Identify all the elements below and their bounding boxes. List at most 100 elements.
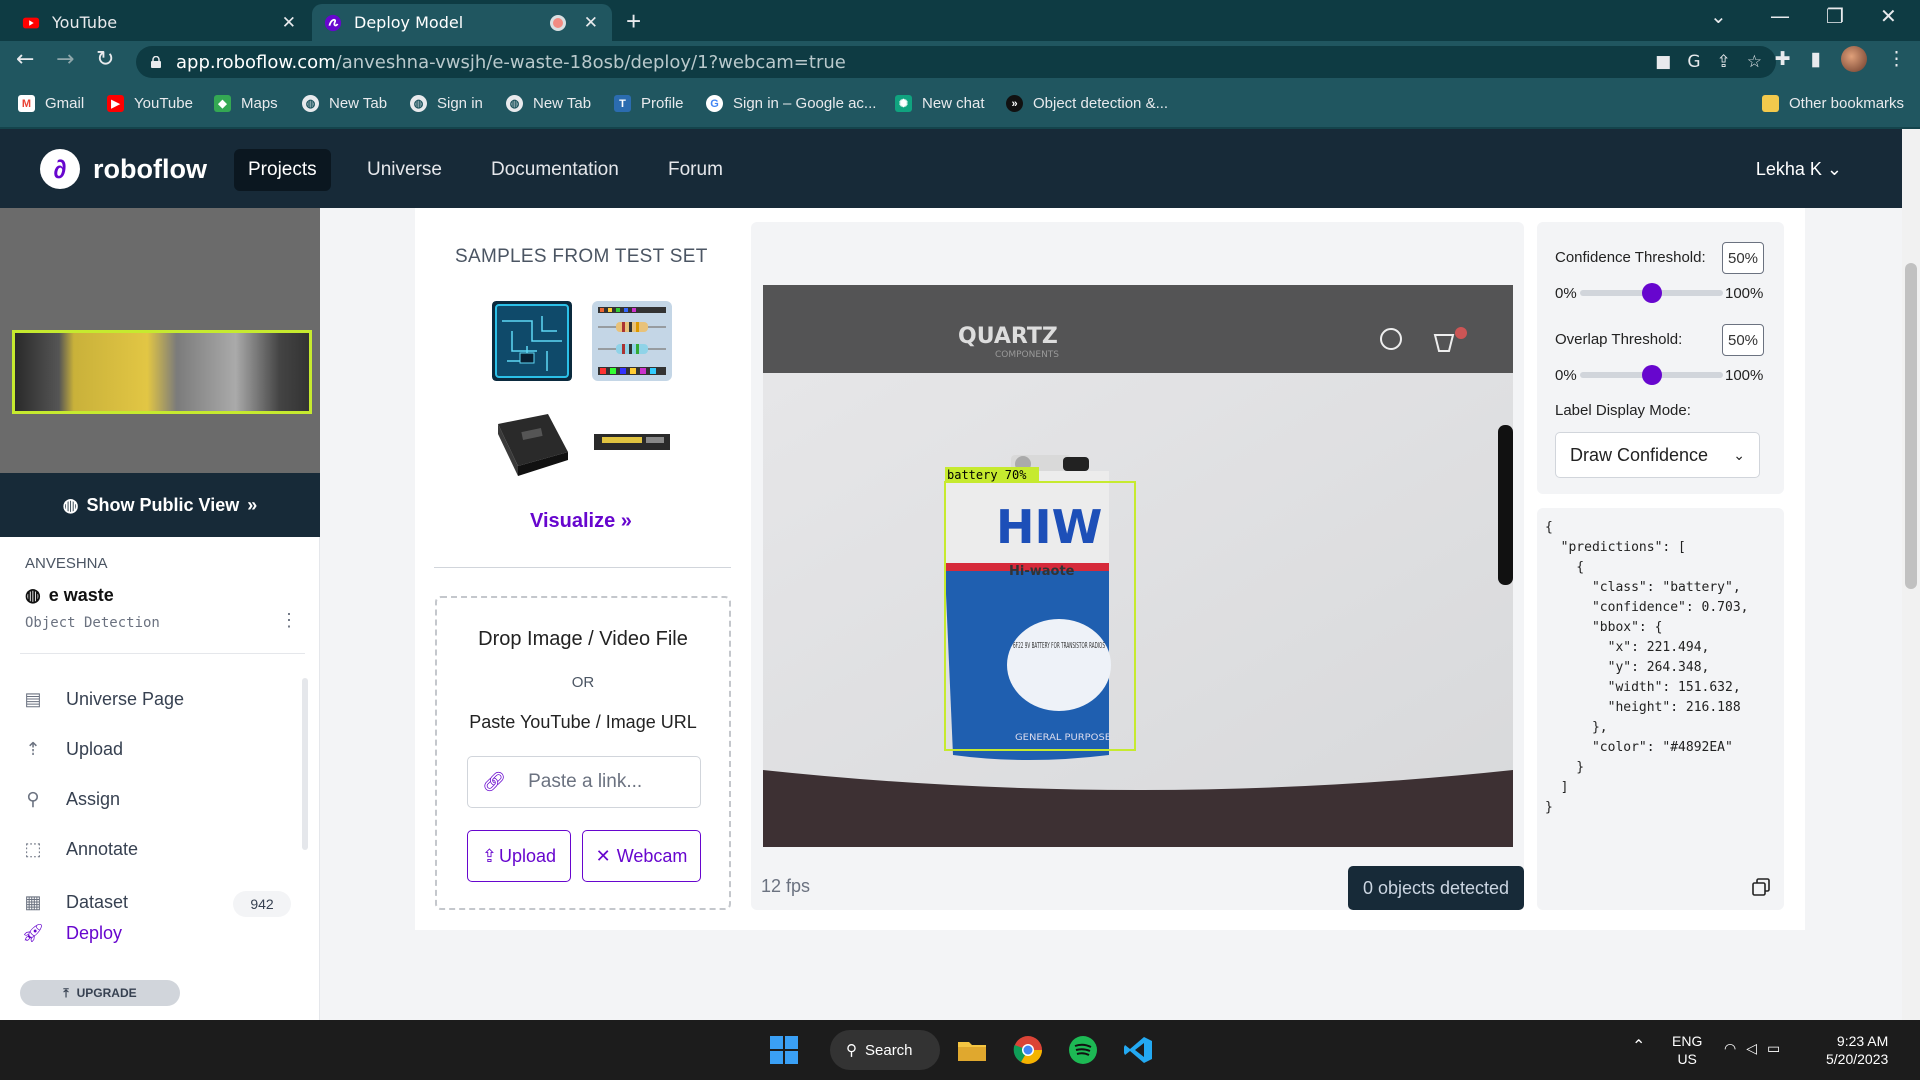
tray-chevron-icon[interactable]: ⌃ xyxy=(1632,1038,1645,1056)
bookmark-sign-in[interactable]: ◍ Sign in xyxy=(410,95,483,112)
bookmark-new-tab[interactable]: ◍ New Tab xyxy=(302,95,387,112)
overlap-max: 100% xyxy=(1725,367,1764,384)
app-navbar: ∂ roboflow Projects Universe Documentatio… xyxy=(0,129,1902,208)
system-tray[interactable]: ◠ ◁ ▭ xyxy=(1724,1039,1780,1057)
star-icon[interactable]: ☆ xyxy=(1747,52,1762,72)
minimize-button[interactable]: — xyxy=(1770,4,1790,36)
spotify-icon[interactable] xyxy=(1067,1034,1099,1066)
user-name: Lekha K xyxy=(1755,159,1822,179)
page-scrollbar[interactable] xyxy=(1902,129,1920,1020)
clock[interactable]: 9:23 AM 5/20/2023 xyxy=(1826,1032,1888,1068)
sidebar-item-upload[interactable]: ⇡ Upload xyxy=(22,738,123,760)
search-icon: ⚲ xyxy=(846,1042,857,1059)
sample-resistors[interactable] xyxy=(592,301,672,381)
address-bar[interactable]: app.roboflow.com/anveshna-vwsjh/e-waste-… xyxy=(136,46,1776,78)
overlap-slider-thumb[interactable] xyxy=(1641,365,1662,385)
upload-button[interactable]: ⇪ Upload xyxy=(467,830,571,882)
language-indicator[interactable]: ENG US xyxy=(1672,1032,1702,1068)
bookmark-new-tab-2[interactable]: ◍ New Tab xyxy=(506,95,591,112)
sample-battery-strip[interactable] xyxy=(592,402,672,482)
taskbar-search[interactable]: ⚲ Search xyxy=(830,1030,940,1070)
restore-button[interactable]: ❐ xyxy=(1826,4,1844,36)
sidebar-item-assign[interactable]: ⚲ Assign xyxy=(22,788,120,810)
upgrade-button[interactable]: ⤒ UPGRADE xyxy=(20,980,180,1006)
chrome-icon[interactable] xyxy=(1012,1034,1044,1066)
globe-icon: ◍ xyxy=(410,95,427,112)
url-path: /anveshna-vwsjh/e-waste-18osb/deploy/1?w… xyxy=(335,51,846,73)
label-mode-select[interactable]: Draw Confidence ⌄ xyxy=(1555,432,1760,478)
bookmark-new-chat[interactable]: ✺ New chat xyxy=(895,95,985,112)
overlap-label: Overlap Threshold: xyxy=(1555,331,1683,348)
confidence-value[interactable]: 50% xyxy=(1722,242,1764,274)
share-icon[interactable]: ⇪ xyxy=(1717,52,1731,72)
sample-circuit-board[interactable] xyxy=(492,301,572,381)
tab-deploy-model[interactable]: Deploy Model ✕ xyxy=(312,4,612,41)
confidence-slider-thumb[interactable] xyxy=(1641,283,1662,303)
extension-icons: ✚ ▮ ⋮ xyxy=(1775,46,1906,72)
paste-link-input[interactable]: 🔗︎ Paste a link... xyxy=(467,756,701,808)
lock-icon xyxy=(151,56,161,68)
close-icon[interactable]: ✕ xyxy=(282,13,296,33)
nav-documentation[interactable]: Documentation xyxy=(477,149,633,191)
reload-button[interactable]: ↻ xyxy=(96,47,114,72)
drop-zone[interactable]: Drop Image / Video File OR Paste YouTube… xyxy=(435,596,731,910)
globe-icon: ◍ xyxy=(506,95,523,112)
battery-sub: Hi-waote xyxy=(1009,564,1075,579)
dataset-count-badge: 942 xyxy=(233,891,291,917)
show-public-view-button[interactable]: ◍ Show Public View» xyxy=(0,473,320,537)
profile-avatar[interactable] xyxy=(1841,46,1867,72)
windows-start-icon[interactable] xyxy=(768,1034,800,1066)
sidebar: ◍ Show Public View» ANVESHNA ◍ e waste Obj… xyxy=(0,208,320,1020)
back-button[interactable]: ← xyxy=(16,47,34,72)
side-panel-icon[interactable]: ▮ xyxy=(1811,48,1821,71)
webcam-button[interactable]: ✕ Webcam xyxy=(582,830,701,882)
sidebar-item-deploy[interactable]: 🚀︎ Deploy xyxy=(22,922,122,944)
bookmark-object-detection[interactable]: » Object detection &... xyxy=(1006,95,1168,112)
divider xyxy=(434,567,731,568)
tab-youtube[interactable]: YouTube ✕ xyxy=(10,4,310,41)
new-tab-button[interactable]: + xyxy=(626,8,641,34)
confidence-min: 0% xyxy=(1555,285,1577,302)
sidebar-item-universe-page[interactable]: ▤ Universe Page xyxy=(22,688,184,710)
objects-detected-badge: 0 objects detected xyxy=(1348,866,1524,910)
tab-title: Deploy Model xyxy=(354,13,464,32)
overlap-value[interactable]: 50% xyxy=(1722,324,1764,356)
sidebar-item-dataset[interactable]: ▦ Dataset xyxy=(22,891,128,913)
divider xyxy=(20,653,305,654)
project-name[interactable]: ◍ e waste xyxy=(25,585,114,606)
visualize-link[interactable]: Visualize » xyxy=(530,510,632,533)
sidebar-item-annotate[interactable]: ⬚ Annotate xyxy=(22,838,138,860)
upload-icon: ⇪ xyxy=(481,845,498,866)
forward-button[interactable]: → xyxy=(56,47,74,72)
sample-laptop-battery[interactable] xyxy=(492,402,572,482)
more-options-icon[interactable]: ⋮ xyxy=(280,610,298,631)
user-menu[interactable]: Lekha K ⌄ xyxy=(1756,159,1842,180)
copy-icon[interactable] xyxy=(1752,878,1770,896)
roboflow-logo[interactable]: ∂ roboflow xyxy=(40,149,207,189)
nav-universe[interactable]: Universe xyxy=(353,149,456,191)
bookmark-youtube[interactable]: ▶ YouTube xyxy=(107,95,193,112)
extensions-icon[interactable]: ✚ xyxy=(1775,48,1791,71)
menu-icon[interactable]: ⋮ xyxy=(1887,48,1906,71)
nav-projects[interactable]: Projects xyxy=(234,149,331,191)
scrollbar-thumb[interactable] xyxy=(1905,263,1917,589)
google-icon[interactable]: G xyxy=(1687,52,1700,72)
file-explorer-icon[interactable] xyxy=(956,1034,988,1066)
document-icon: ▤ xyxy=(24,688,42,709)
bookmark-gmail[interactable]: M Gmail xyxy=(18,95,84,112)
sidebar-scrollbar[interactable] xyxy=(302,678,308,850)
camera-icon[interactable]: ■ xyxy=(1655,52,1671,72)
bookmark-profile[interactable]: T Profile xyxy=(614,95,684,112)
paste-link-placeholder: Paste a link... xyxy=(528,771,643,792)
samples-title: SAMPLES FROM TEST SET xyxy=(455,246,708,267)
close-window-button[interactable]: ✕ xyxy=(1880,4,1897,36)
bookmark-maps[interactable]: ◆ Maps xyxy=(214,95,278,112)
bookmark-icon: » xyxy=(1006,95,1023,112)
or-label: OR xyxy=(571,674,595,691)
bookmark-google-signin[interactable]: G Sign in – Google ac... xyxy=(706,95,876,112)
other-bookmarks[interactable]: Other bookmarks xyxy=(1762,95,1904,112)
nav-forum[interactable]: Forum xyxy=(654,149,737,191)
vscode-icon[interactable] xyxy=(1122,1034,1154,1066)
close-icon[interactable]: ✕ xyxy=(584,13,598,33)
tab-search-icon[interactable]: ⌄ xyxy=(1710,4,1727,36)
